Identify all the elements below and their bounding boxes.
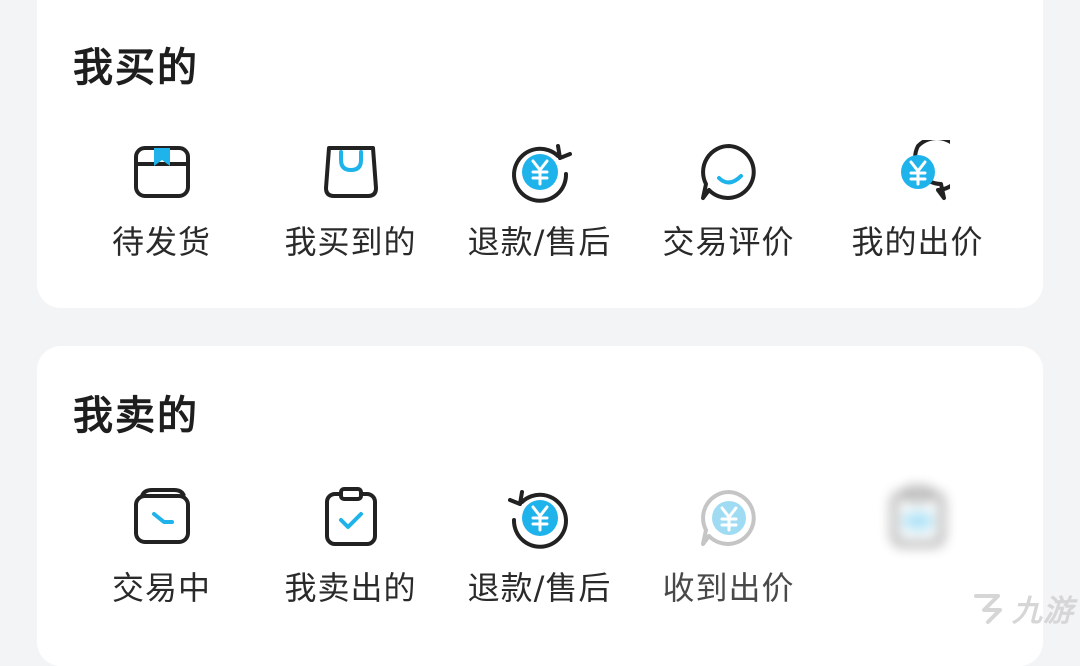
received-bid-label: 收到出价 [662,569,795,607]
sell-section-card: 我卖的 交易中 我卖出的 退款/售后 收到出价 [37,346,1043,666]
smile-chat-icon [700,144,756,200]
yuan-refund-icon [507,490,568,549]
refund-aftersale-label: 退款/售后 [467,223,612,261]
purchased-label: 我买到的 [284,223,417,261]
pending-shipment-label: 待发货 [111,223,211,261]
in-transaction-label: 交易中 [111,569,211,607]
refund-aftersale-item[interactable]: 退款/售后 [445,140,634,258]
trade-review-label: 交易评价 [662,223,795,261]
shopping-bag-icon [323,146,378,198]
watermark: 九游 [968,586,1074,630]
sold-label: 我卖出的 [284,569,417,607]
sell-section-title: 我卖的 [73,393,199,439]
my-bid-label: 我的出价 [851,223,984,261]
yuan-chat-icon [700,490,756,546]
sell-refund-aftersale-item[interactable]: 退款/售后 [445,486,634,604]
pending-shipment-item[interactable]: 待发货 [67,140,256,258]
sell-refund-aftersale-label: 退款/售后 [467,569,612,607]
box-icon [133,146,190,198]
received-bid-item[interactable]: 收到出价 [634,486,823,604]
buy-section-card: 我买的 待发货 我买到的 退款/售后 交易评价 我的出价 [37,0,1043,308]
clipboard-icon [891,487,944,546]
sold-item[interactable]: 我卖出的 [256,486,445,604]
buy-section-items: 待发货 我买到的 退款/售后 交易评价 我的出价 [67,140,1013,258]
yuan-chat-icon [900,140,950,200]
watermark-text: 九游 [1012,594,1074,629]
sell-section-items: 交易中 我卖出的 退款/售后 收到出价 [67,486,1013,604]
checked-clipboard-icon [324,487,377,546]
in-transaction-item[interactable]: 交易中 [67,486,256,604]
watermark-logo-icon [974,594,1002,624]
purchased-item[interactable]: 我买到的 [256,140,445,258]
buy-section-title: 我买的 [73,45,199,91]
trade-review-item[interactable]: 交易评价 [634,140,823,258]
my-bid-item[interactable]: 我的出价 [823,140,1012,258]
wallet-icon [133,488,190,544]
yuan-refund-icon [511,144,572,203]
